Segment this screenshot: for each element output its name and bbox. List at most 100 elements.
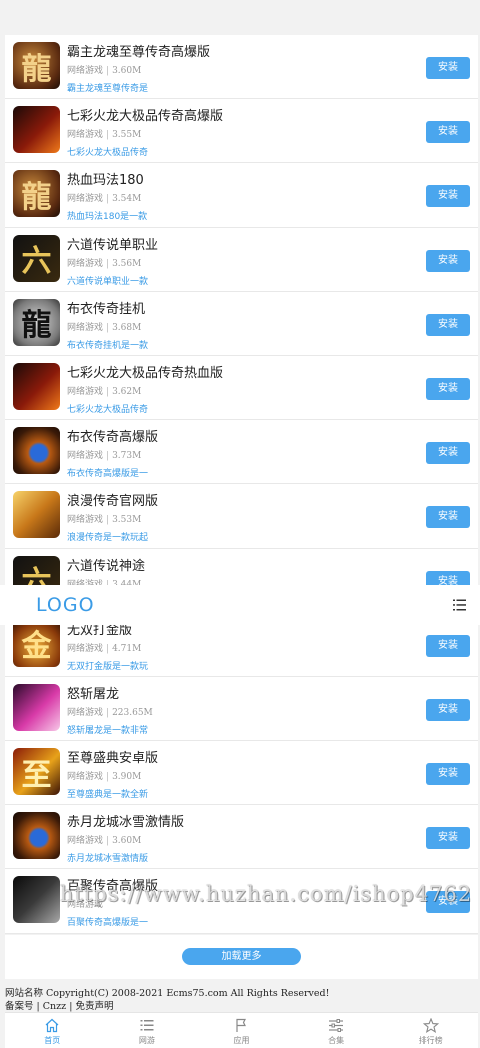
game-category: 网络游戏 — [67, 322, 104, 333]
footer-link-beian[interactable]: 备案号 — [5, 1001, 34, 1012]
tab-collections[interactable]: 合集 — [289, 1013, 384, 1048]
game-list-item[interactable]: 赤月龙城冰雪激情版 网络游戏 | 3.60M 赤月龙城冰雪激情版 安装 — [5, 805, 478, 870]
game-description[interactable]: 六道传说单职业一款 — [67, 274, 148, 287]
site-footer: 网站名称 Copyright(C) 2008-2021 Ecms75.com A… — [5, 987, 329, 1013]
site-logo[interactable]: LOGO — [36, 594, 95, 616]
game-title[interactable]: 布衣传奇挂机 — [67, 298, 145, 317]
game-title[interactable]: 六道传说单职业 — [67, 234, 158, 253]
game-list-item[interactable]: 怒斩屠龙 网络游戏 | 223.65M 怒斩屠龙是一款非常 安装 — [5, 677, 478, 742]
stone-dragon-icon[interactable]: 龍 — [13, 298, 60, 346]
tab-label: 网游 — [138, 1036, 155, 1045]
footer-separator: | — [69, 1001, 73, 1012]
game-list-item[interactable]: 布衣传奇高爆版 网络游戏 | 3.73M 布衣传奇高爆版是一 安装 — [5, 420, 478, 485]
game-list-item[interactable]: 龍热血玛法180 网络游戏 | 3.54M 热血玛法180是一款 安装 — [5, 163, 478, 228]
game-description[interactable]: 无双打金版是一款玩 — [67, 659, 148, 672]
gold-coin-icon[interactable]: 金 — [13, 619, 60, 667]
game-description[interactable]: 怒斩屠龙是一款非常 — [67, 723, 148, 736]
footer-separator: | — [36, 1001, 40, 1012]
meta-separator: | — [106, 130, 110, 141]
game-title[interactable]: 赤月龙城冰雪激情版 — [67, 811, 184, 830]
game-description[interactable]: 布衣传奇高爆版是一 — [67, 466, 148, 479]
dragon-char-icon[interactable]: 龍 — [13, 42, 60, 89]
fire-warrior-icon[interactable] — [13, 362, 60, 410]
install-button[interactable]: 安装 — [426, 698, 470, 721]
site-header: LOGO — [0, 585, 480, 625]
copyright-text: 网站名称 Copyright(C) 2008-2021 Ecms75.com A… — [5, 988, 330, 999]
game-meta: 网络游戏 | 3.60M — [67, 63, 141, 76]
game-description[interactable]: 浪漫传奇是一款玩起 — [67, 530, 148, 543]
game-title[interactable]: 浪漫传奇官网版 — [67, 490, 158, 509]
game-category: 网络游戏 — [67, 386, 104, 397]
install-button[interactable]: 安装 — [426, 827, 470, 850]
icon-glyph: 至 — [21, 757, 52, 793]
golden-sword-icon[interactable] — [13, 491, 60, 539]
gold-crest-icon[interactable]: 至 — [13, 748, 60, 796]
game-list-item[interactable]: 六六道传说单职业 网络游戏 | 3.56M 六道传说单职业一款 安装 — [5, 228, 478, 292]
game-description[interactable]: 热血玛法180是一款 — [67, 209, 147, 222]
home-icon — [45, 1018, 59, 1033]
install-button[interactable]: 安装 — [426, 634, 470, 657]
icon-glyph — [13, 491, 60, 538]
game-title[interactable]: 怒斩屠龙 — [67, 683, 119, 702]
menu-list-icon[interactable] — [453, 599, 466, 611]
gold-calligraphy-icon[interactable]: 六 — [13, 234, 60, 282]
footer-link-cnzz[interactable]: Cnzz — [43, 1001, 66, 1012]
sliders-icon — [329, 1019, 344, 1032]
install-button[interactable]: 安装 — [426, 121, 470, 144]
blue-orb-dragon-icon[interactable] — [13, 812, 60, 860]
game-list-item[interactable]: 龍布衣传奇挂机 网络游戏 | 3.68M 布衣传奇挂机是一款 安装 — [5, 292, 478, 356]
game-list-item[interactable]: 七彩火龙大极品传奇高爆版 网络游戏 | 3.55M 七彩火龙大极品传奇 安装 — [5, 99, 478, 164]
install-button[interactable]: 安装 — [426, 763, 470, 786]
game-description[interactable]: 七彩火龙大极品传奇 — [67, 402, 148, 415]
game-size: 3.73M — [112, 451, 142, 462]
game-description[interactable]: 七彩火龙大极品传奇 — [67, 145, 148, 158]
game-size: 3.55M — [112, 130, 142, 141]
load-more-button[interactable]: 加载更多 — [182, 948, 301, 965]
game-description[interactable]: 至尊盛典是一款全新 — [67, 787, 148, 800]
game-meta: 网络游戏 | 3.54M — [67, 191, 141, 204]
tab-label: 合集 — [328, 1036, 345, 1045]
tab-ranking[interactable]: 排行榜 — [383, 1013, 478, 1048]
install-button[interactable]: 安装 — [426, 313, 470, 336]
flag-icon — [236, 1018, 247, 1032]
game-list-item[interactable]: 至至尊盛典安卓版 网络游戏 | 3.90M 至尊盛典是一款全新 安装 — [5, 741, 478, 806]
install-button[interactable]: 安装 — [426, 57, 470, 79]
install-button[interactable]: 安装 — [426, 442, 470, 465]
dragon-char-icon[interactable]: 龍 — [13, 170, 60, 218]
blue-orb-dragon-icon[interactable] — [13, 427, 60, 475]
game-title[interactable]: 热血玛法180 — [67, 169, 144, 188]
icon-glyph: 六 — [21, 244, 52, 280]
dark-warrior-icon[interactable] — [13, 876, 60, 924]
game-size: 3.68M — [112, 322, 142, 333]
game-title[interactable]: 七彩火龙大极品传奇高爆版 — [67, 105, 223, 124]
game-category: 网络游戏 — [67, 643, 104, 654]
tab-online-games[interactable]: 网游 — [100, 1013, 195, 1048]
game-title[interactable]: 至尊盛典安卓版 — [67, 747, 158, 766]
game-title[interactable]: 七彩火龙大极品传奇热血版 — [67, 362, 223, 381]
game-list-item[interactable]: 龍霸主龙魂至尊传奇高爆版网络游戏 | 3.60M 霸主龙魂至尊传奇是 安装 — [5, 35, 478, 100]
game-description[interactable]: 霸主龙魂至尊传奇是 — [67, 81, 148, 94]
install-button[interactable]: 安装 — [426, 185, 470, 208]
watermark-text: https://www.huzhan.com/ishop4762 — [60, 882, 473, 906]
icon-glyph — [13, 684, 60, 731]
game-meta: 网络游戏 | 3.60M — [67, 833, 141, 846]
fire-warrior-icon[interactable] — [13, 106, 60, 154]
footer-link-disclaimer[interactable]: 免责声明 — [75, 1001, 113, 1012]
install-button[interactable]: 安装 — [426, 249, 470, 272]
icon-glyph — [13, 876, 60, 923]
game-list-item[interactable]: 七彩火龙大极品传奇热血版网络游戏 | 3.62M 七彩火龙大极品传奇 安装 — [5, 356, 478, 421]
install-button[interactable]: 安装 — [426, 506, 470, 529]
game-title[interactable]: 霸主龙魂至尊传奇高爆版 — [67, 41, 210, 60]
game-description[interactable]: 百聚传奇高爆版是一 — [67, 915, 148, 928]
install-button[interactable]: 安装 — [426, 377, 470, 400]
game-description[interactable]: 布衣传奇挂机是一款 — [67, 338, 148, 351]
game-size: 3.62M — [112, 386, 142, 397]
tab-home[interactable]: 首页 — [5, 1013, 100, 1048]
meta-separator: | — [106, 386, 110, 397]
game-title[interactable]: 布衣传奇高爆版 — [67, 426, 158, 445]
pink-sword-icon[interactable] — [13, 683, 60, 731]
game-list-item[interactable]: 浪漫传奇官网版 网络游戏 | 3.53M 浪漫传奇是一款玩起 安装 — [5, 484, 478, 549]
game-title[interactable]: 六道传说神途 — [67, 555, 145, 574]
game-description[interactable]: 赤月龙城冰雪激情版 — [67, 851, 148, 864]
tab-apps[interactable]: 应用 — [194, 1013, 289, 1048]
